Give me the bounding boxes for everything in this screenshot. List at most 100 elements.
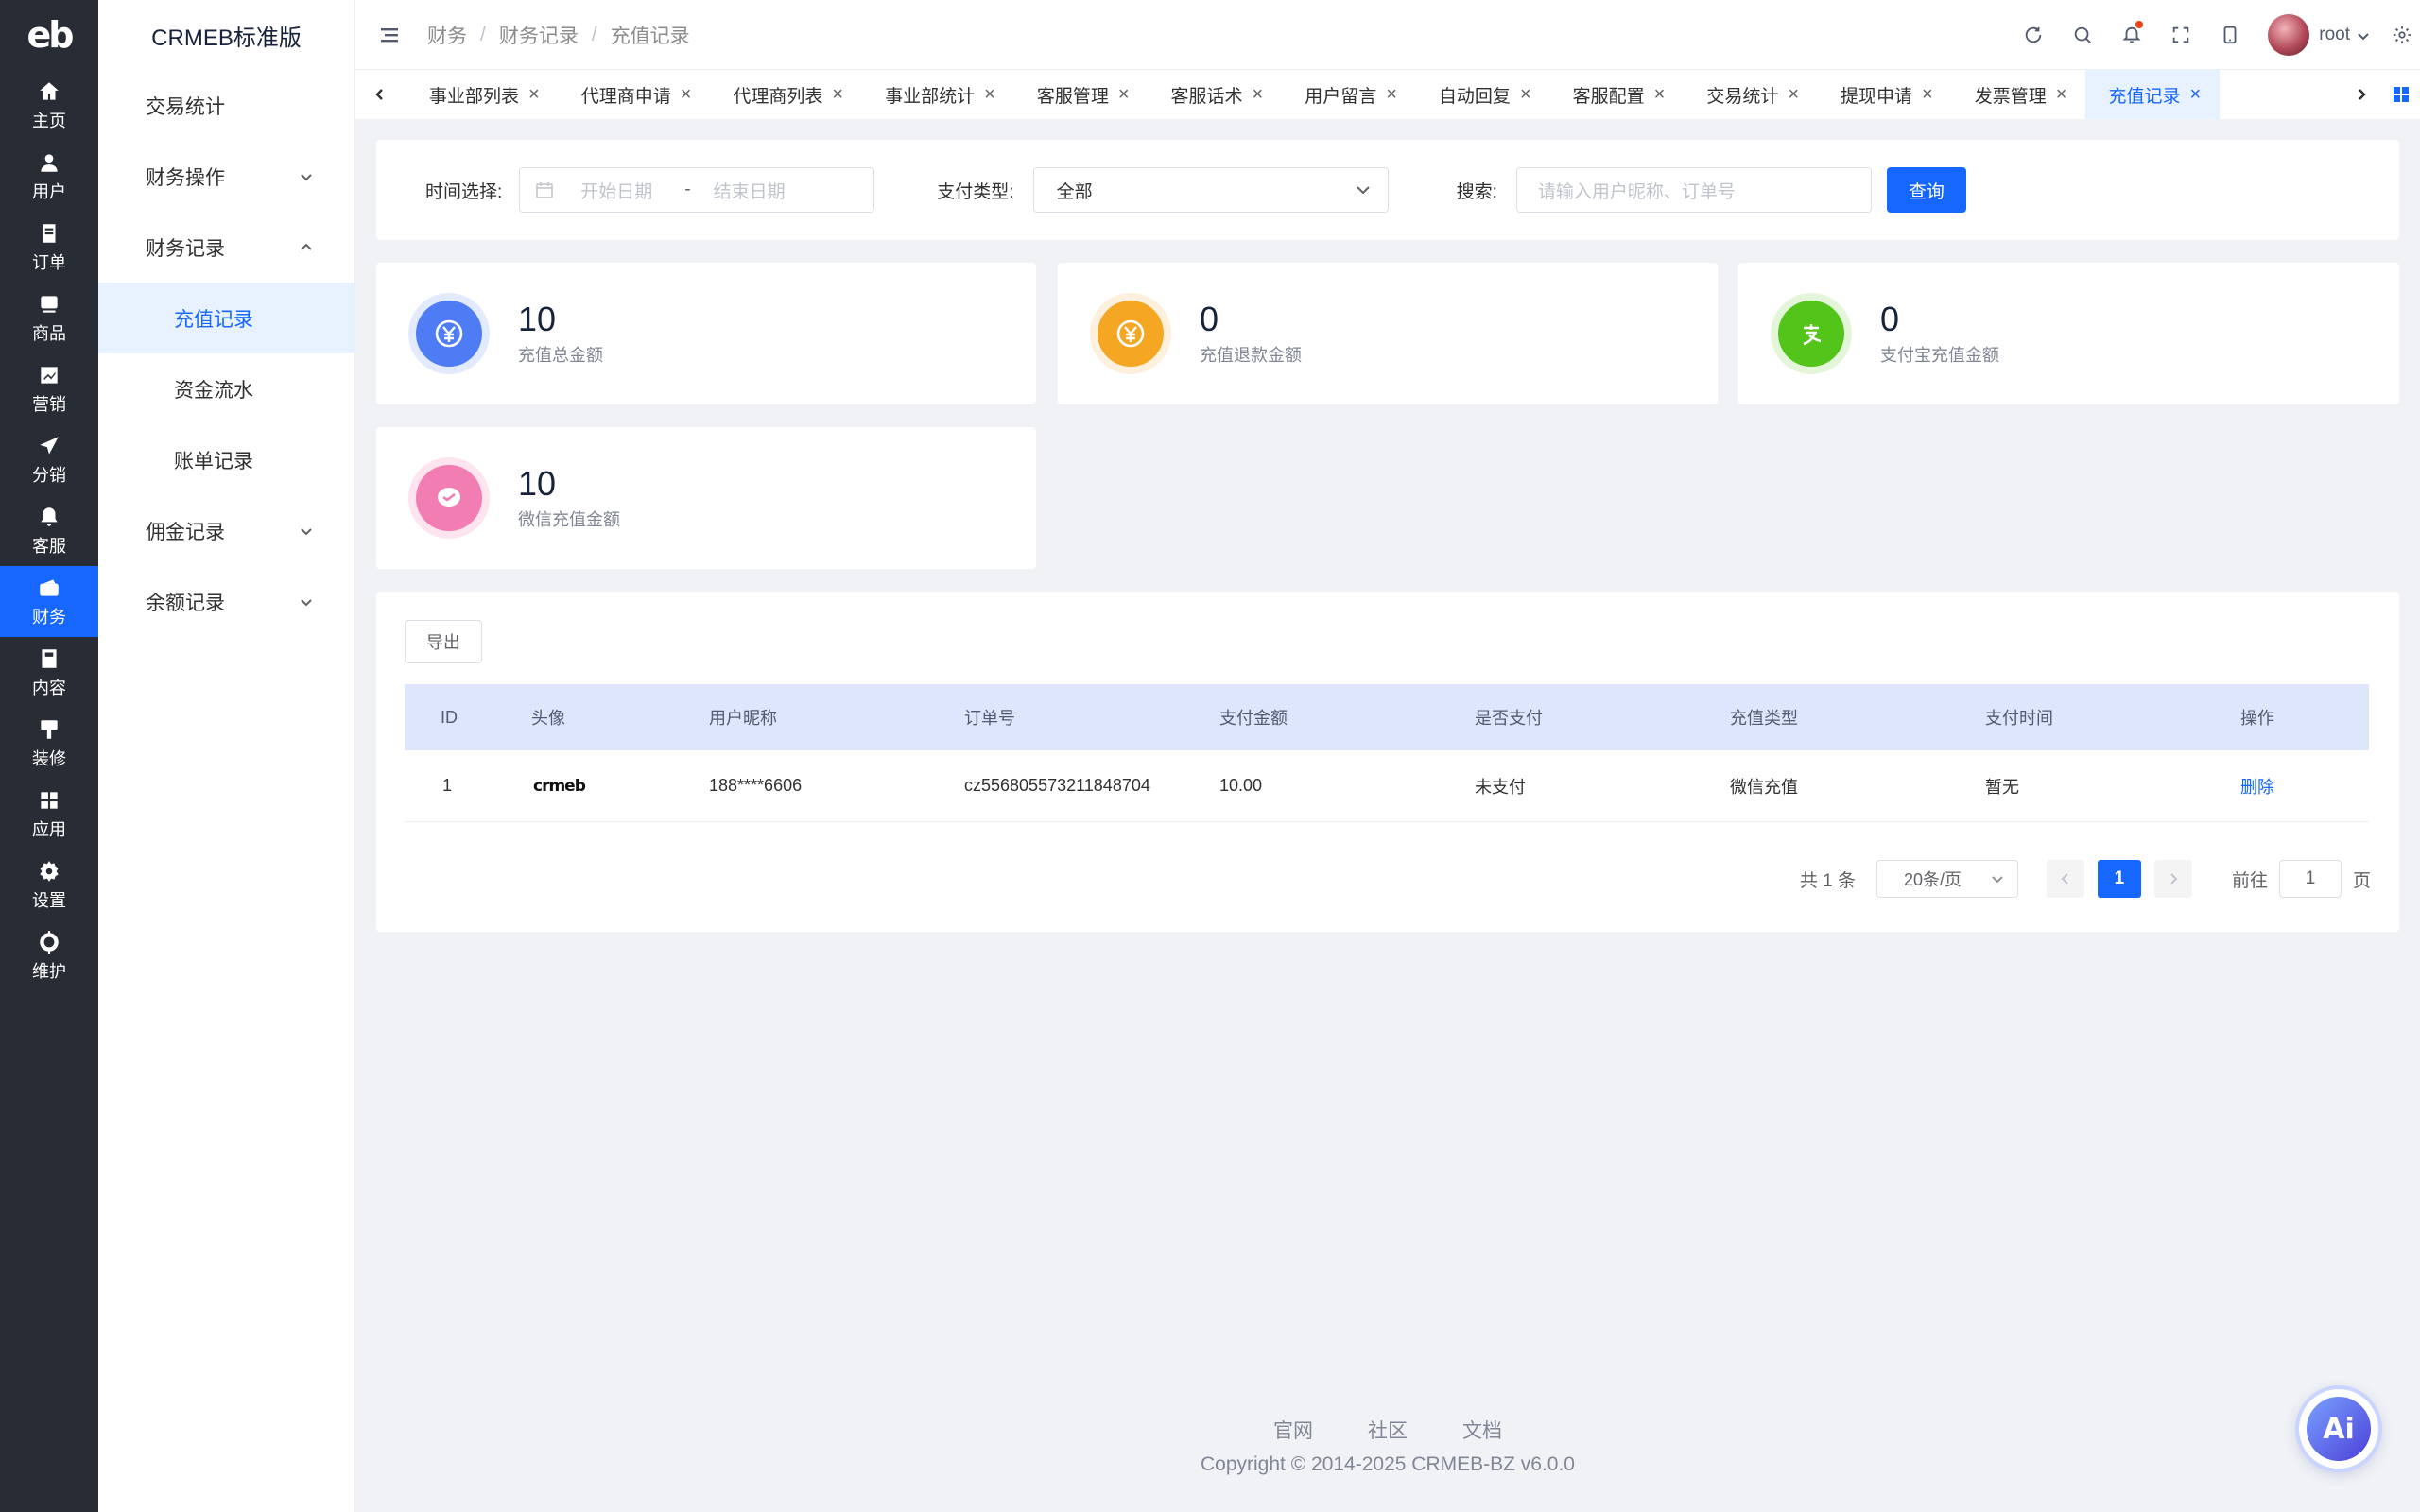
tab-division-list[interactable]: 事业部列表 ×	[406, 70, 559, 119]
tab-trade-stats[interactable]: 交易统计 ×	[1684, 70, 1818, 119]
rail-item-marketing[interactable]: 营销	[0, 353, 98, 424]
refresh-icon[interactable]	[2009, 0, 2058, 70]
cell-order-no: cz556805573211848704	[964, 776, 1150, 795]
prev-page-button[interactable]	[2046, 860, 2084, 898]
tab-service-manage[interactable]: 客服管理 ×	[1014, 70, 1149, 119]
ai-assistant-button[interactable]: Ai	[2299, 1389, 2378, 1469]
search-icon[interactable]	[2058, 0, 2107, 70]
breadcrumb-item[interactable]: 财务	[427, 21, 467, 49]
close-icon[interactable]: ×	[1386, 84, 1397, 106]
sidebar-group-commission[interactable]: 佣金记录	[98, 495, 354, 566]
close-icon[interactable]: ×	[2189, 84, 2201, 106]
footer-link-official[interactable]: 官网	[1273, 1416, 1313, 1444]
column-header: 操作	[2240, 709, 2274, 728]
sidebar-item-bill-records[interactable]: 账单记录	[98, 424, 354, 495]
start-date-input[interactable]: 开始日期	[580, 178, 675, 203]
date-range-picker[interactable]: 开始日期 - 结束日期	[519, 167, 875, 213]
breadcrumb-item[interactable]: 财务记录	[499, 21, 579, 49]
rail-item-decoration[interactable]: 装修	[0, 708, 98, 779]
sidebar-group-finance-ops[interactable]: 财务操作	[98, 141, 354, 212]
menu-toggle-icon[interactable]	[378, 24, 401, 46]
tab-user-messages[interactable]: 用户留言 ×	[1282, 70, 1416, 119]
tab-agent-apply[interactable]: 代理商申请 ×	[559, 70, 711, 119]
sidebar-item-fund-flow[interactable]: 资金流水	[98, 353, 354, 424]
next-page-button[interactable]	[2153, 860, 2192, 898]
sidebar-item-label: 余额记录	[146, 592, 225, 614]
tab-auto-reply[interactable]: 自动回复 ×	[1416, 70, 1550, 119]
rail-label: 应用	[32, 819, 66, 839]
chevron-up-icon	[298, 239, 315, 256]
chevron-down-icon[interactable]	[2356, 27, 2371, 43]
export-button[interactable]: 导出	[405, 620, 482, 663]
rail-label: 财务	[32, 607, 66, 627]
order-icon	[37, 221, 61, 246]
tabs-menu-grid-icon[interactable]	[2382, 70, 2420, 119]
column-header: 充值类型	[1730, 709, 1798, 728]
close-icon[interactable]: ×	[1788, 84, 1799, 106]
goto-page-input[interactable]: 1	[2278, 860, 2342, 898]
chevron-left-icon	[2061, 873, 2068, 885]
tab-service-scripts[interactable]: 客服话术 ×	[1149, 70, 1283, 119]
cell-amount: 10.00	[1219, 776, 1263, 795]
rail-item-user[interactable]: 用户	[0, 141, 98, 212]
fullscreen-icon[interactable]	[2156, 0, 2205, 70]
close-icon[interactable]: ×	[1922, 84, 1933, 106]
page-size-select[interactable]: 20条/页	[1876, 860, 2018, 898]
mobile-preview-icon[interactable]	[2205, 0, 2255, 70]
column-header: 头像	[531, 709, 565, 728]
rail-item-content[interactable]: 内容	[0, 637, 98, 708]
avatar[interactable]	[2268, 14, 2310, 56]
rail-item-home[interactable]: 主页	[0, 70, 98, 141]
tab-withdraw-apply[interactable]: 提现申请 ×	[1818, 70, 1952, 119]
delete-link[interactable]: 删除	[2240, 774, 2274, 799]
app-logo[interactable]: eb	[0, 0, 98, 70]
footer-link-docs[interactable]: 文档	[1462, 1416, 1502, 1444]
tabs-scroll-right-icon[interactable]	[2341, 70, 2382, 119]
rail-item-service[interactable]: 客服	[0, 495, 98, 566]
tab-label: 用户留言	[1305, 86, 1377, 107]
rail-label: 客服	[32, 536, 66, 556]
notification-bell-icon[interactable]	[2107, 0, 2156, 70]
tab-service-config[interactable]: 客服配置 ×	[1550, 70, 1685, 119]
sidebar-item-trade-stats[interactable]: 交易统计	[98, 70, 354, 141]
close-icon[interactable]: ×	[681, 84, 692, 106]
pay-type-select[interactable]: 全部	[1032, 167, 1389, 213]
close-icon[interactable]: ×	[1253, 84, 1264, 106]
rail-item-order[interactable]: 订单	[0, 212, 98, 283]
close-icon[interactable]: ×	[1654, 84, 1666, 106]
rail-item-maintenance[interactable]: 维护	[0, 920, 98, 991]
query-button[interactable]: 查询	[1886, 167, 1966, 213]
close-icon[interactable]: ×	[984, 84, 995, 106]
footer-links: 官网 社区 文档	[355, 1416, 2420, 1444]
close-icon[interactable]: ×	[832, 84, 843, 106]
close-icon[interactable]: ×	[1520, 84, 1531, 106]
gear-icon[interactable]	[2384, 0, 2420, 70]
column-header: 订单号	[964, 709, 1015, 728]
rail-label: 主页	[32, 111, 66, 130]
rail-item-finance[interactable]: 财务	[0, 566, 98, 637]
close-icon[interactable]: ×	[528, 84, 540, 106]
sidebar-group-finance-records[interactable]: 财务记录	[98, 212, 354, 283]
rail-item-product[interactable]: 商品	[0, 283, 98, 353]
marketing-icon	[37, 363, 61, 387]
end-date-input[interactable]: 结束日期	[714, 178, 786, 203]
tab-invoice-manage[interactable]: 发票管理 ×	[1952, 70, 2086, 119]
sidebar-group-balance[interactable]: 余额记录	[98, 566, 354, 637]
close-icon[interactable]: ×	[1118, 84, 1130, 106]
user-name[interactable]: root	[2319, 25, 2350, 45]
chevron-down-icon	[298, 168, 315, 185]
rail-item-distribution[interactable]: 分销	[0, 424, 98, 495]
search-input[interactable]: 请输入用户昵称、订单号	[1515, 167, 1872, 213]
page-number-current[interactable]: 1	[2097, 860, 2141, 898]
tabs-scroll-left-icon[interactable]	[369, 70, 391, 119]
tab-recharge-records[interactable]: 充值记录 ×	[2085, 70, 2221, 119]
footer-link-community[interactable]: 社区	[1368, 1416, 1408, 1444]
rail-item-settings[interactable]: 设置	[0, 850, 98, 920]
rail-item-apps[interactable]: 应用	[0, 779, 98, 850]
tabs-right-controls	[2341, 70, 2420, 119]
tab-agent-list[interactable]: 代理商列表 ×	[710, 70, 862, 119]
breadcrumb-separator: /	[480, 23, 486, 45]
tab-division-stats[interactable]: 事业部统计 ×	[862, 70, 1014, 119]
close-icon[interactable]: ×	[2056, 84, 2067, 106]
sidebar-item-recharge-records[interactable]: 充值记录	[98, 283, 354, 353]
